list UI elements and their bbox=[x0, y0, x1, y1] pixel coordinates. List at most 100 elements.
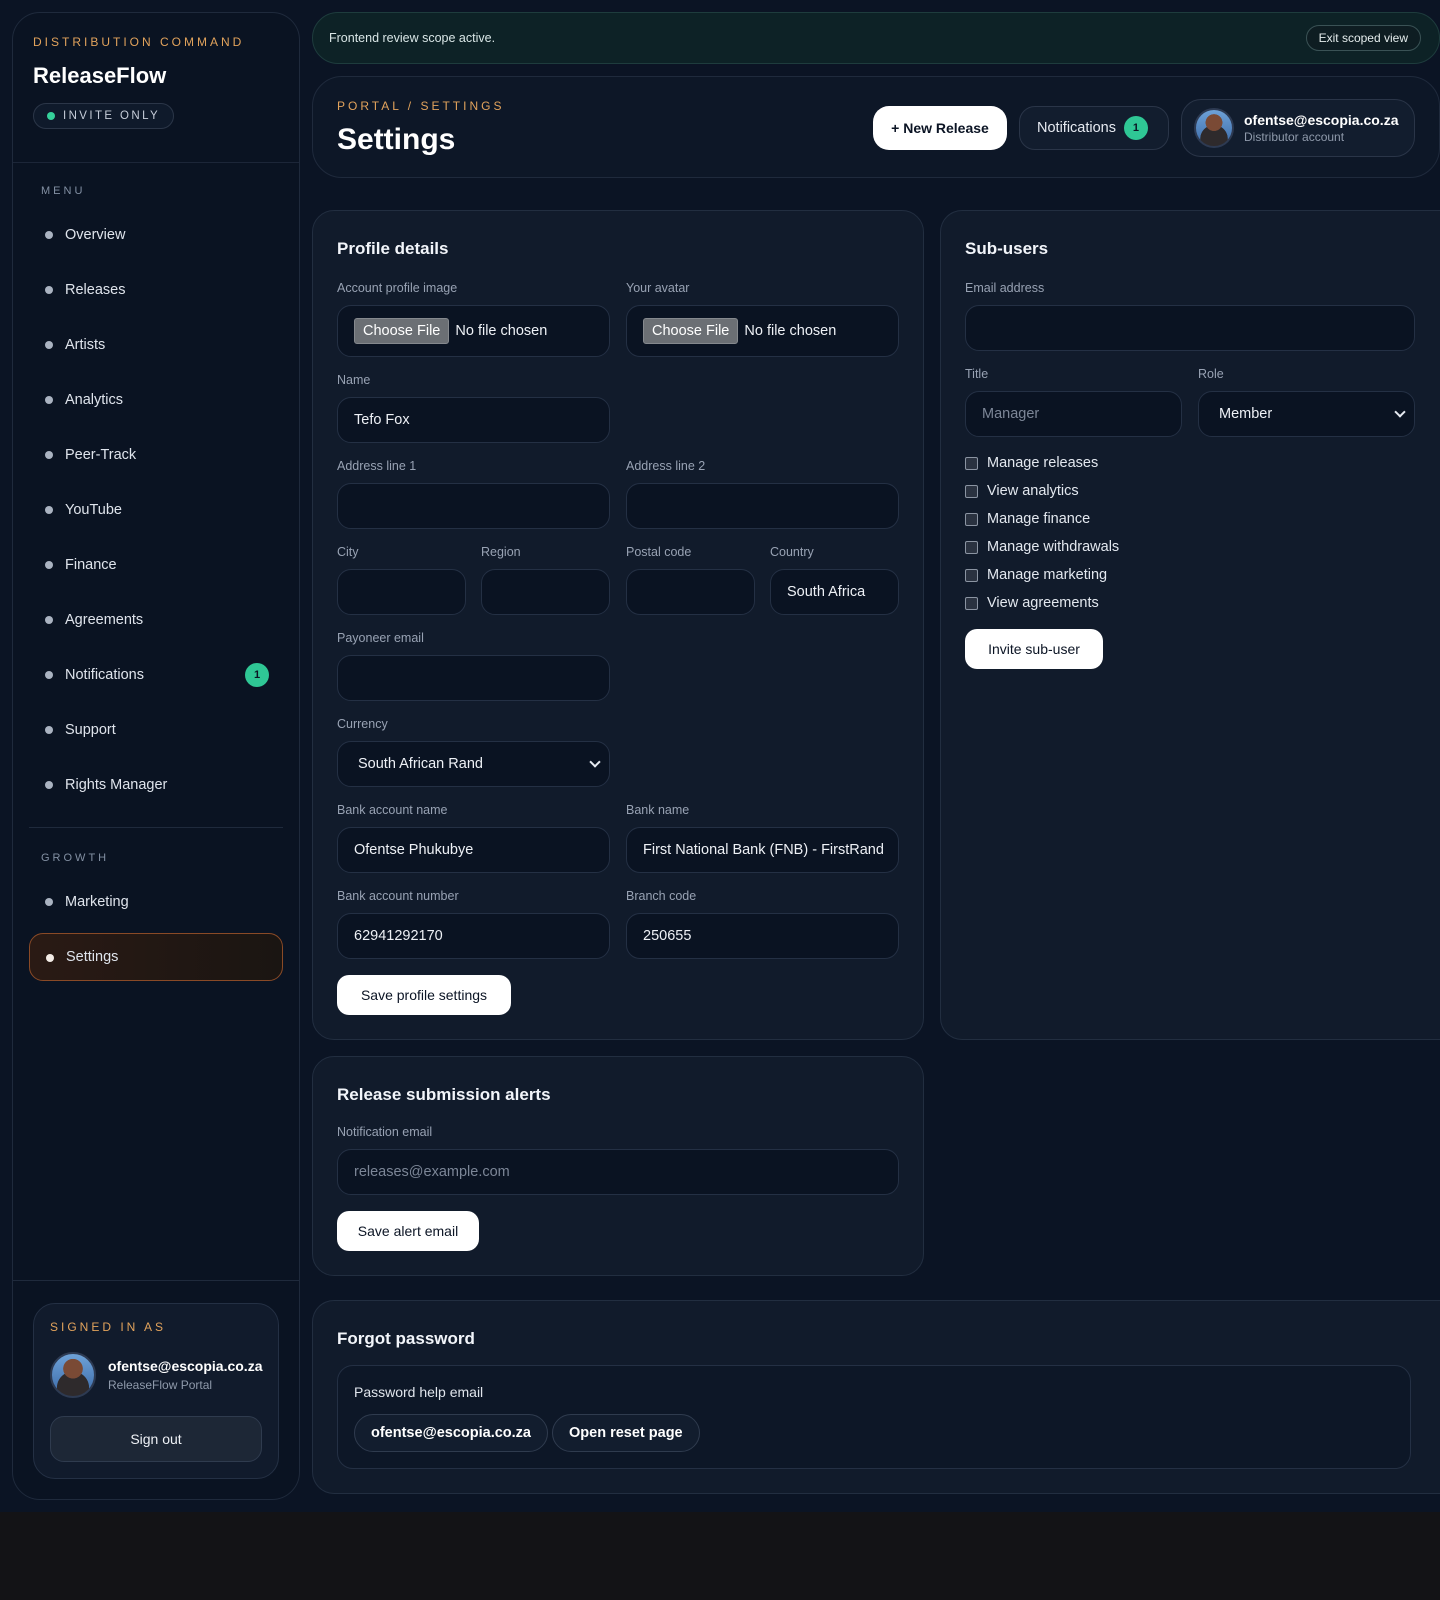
account-image-file-input[interactable]: Choose File No file chosen bbox=[337, 305, 610, 357]
sidebar-item-agreements[interactable]: Agreements bbox=[29, 596, 283, 644]
forgot-password-title: Forgot password bbox=[337, 1329, 475, 1348]
bank-account-number-field[interactable]: 62941292170 bbox=[337, 913, 610, 959]
invite-sub-user-button[interactable]: Invite sub-user bbox=[965, 629, 1103, 669]
name-field[interactable]: Tefo Fox bbox=[337, 397, 610, 443]
payoneer-email-field[interactable] bbox=[337, 655, 610, 701]
choose-file-button[interactable]: Choose File bbox=[643, 318, 739, 344]
sidebar-item-label: Notifications bbox=[65, 667, 144, 683]
address-line-2-field[interactable] bbox=[626, 483, 899, 529]
user-email: ofentse@escopia.co.za bbox=[1244, 112, 1399, 128]
sidebar-item-label: YouTube bbox=[65, 502, 122, 518]
new-release-button[interactable]: + New Release bbox=[873, 106, 1007, 150]
sidebar-item-releases[interactable]: Releases bbox=[29, 266, 283, 314]
profile-details-title: Profile details bbox=[337, 239, 449, 258]
exit-scoped-view-button[interactable]: Exit scoped view bbox=[1305, 25, 1421, 51]
permission-label: Manage releases bbox=[987, 455, 1099, 471]
sidebar-item-label: Peer-Track bbox=[65, 447, 137, 463]
address-line-2-label: Address line 2 bbox=[626, 459, 706, 473]
invite-only-label: INVITE ONLY bbox=[63, 110, 161, 122]
branch-code-field[interactable]: 250655 bbox=[626, 913, 899, 959]
checkbox[interactable] bbox=[965, 456, 978, 470]
password-help-email-link[interactable]: ofentse@escopia.co.za bbox=[354, 1414, 548, 1452]
country-label: Country bbox=[770, 545, 814, 559]
permission-manage-releases[interactable]: Manage releases bbox=[965, 455, 1098, 471]
sidebar-item-rights-manager[interactable]: Rights Manager bbox=[29, 761, 283, 809]
role-selected-value: Member bbox=[1219, 406, 1273, 422]
bullet-icon bbox=[45, 561, 53, 569]
notification-email-field[interactable]: releases@example.com bbox=[337, 1149, 899, 1195]
currency-select[interactable]: South African Rand bbox=[337, 741, 610, 787]
notifications-count-badge: 1 bbox=[1123, 116, 1148, 140]
chevron-down-icon bbox=[589, 756, 601, 768]
sub-user-title-label: Title bbox=[965, 367, 989, 381]
sidebar-item-analytics[interactable]: Analytics bbox=[29, 376, 283, 424]
bullet-icon bbox=[46, 954, 54, 962]
bullet-icon bbox=[45, 341, 53, 349]
sidebar-item-notifications[interactable]: Notifications 1 bbox=[29, 651, 283, 699]
permission-view-analytics[interactable]: View analytics bbox=[965, 483, 1079, 499]
forgot-password-panel: Forgot password Password help email ofen… bbox=[312, 1300, 1440, 1494]
breadcrumb: PORTAL / SETTINGS bbox=[337, 99, 505, 113]
postal-code-label: Postal code bbox=[626, 545, 692, 559]
sidebar-item-settings[interactable]: Settings bbox=[29, 933, 283, 981]
sub-users-title: Sub-users bbox=[965, 239, 1049, 258]
save-profile-settings-button[interactable]: Save profile settings bbox=[337, 975, 511, 1015]
avatar-label: Your avatar bbox=[626, 281, 690, 295]
permission-manage-marketing[interactable]: Manage marketing bbox=[965, 567, 1107, 583]
sidebar-item-artists[interactable]: Artists bbox=[29, 321, 283, 369]
bank-account-number-label: Bank account number bbox=[337, 889, 459, 903]
sign-out-button[interactable]: Sign out bbox=[50, 1416, 262, 1462]
checkbox[interactable] bbox=[965, 540, 978, 554]
permission-label: Manage withdrawals bbox=[987, 539, 1120, 555]
save-alert-email-button[interactable]: Save alert email bbox=[337, 1211, 479, 1251]
signed-in-subtitle: ReleaseFlow Portal bbox=[108, 1378, 213, 1392]
sidebar-item-label: Settings bbox=[66, 949, 119, 965]
app-root: DISTRIBUTION COMMAND ReleaseFlow INVITE … bbox=[0, 0, 1440, 1512]
sidebar-item-label: Releases bbox=[65, 282, 126, 298]
sidebar-item-marketing[interactable]: Marketing bbox=[29, 878, 283, 926]
bank-account-name-label: Bank account name bbox=[337, 803, 448, 817]
currency-selected-value: South African Rand bbox=[358, 756, 483, 772]
bullet-icon bbox=[45, 396, 53, 404]
profile-details-panel: Profile details Account profile image Ch… bbox=[312, 210, 924, 1040]
user-account-chip[interactable]: ofentse@escopia.co.za Distributor accoun… bbox=[1181, 99, 1415, 157]
sub-user-email-field[interactable] bbox=[965, 305, 1415, 351]
choose-file-button[interactable]: Choose File bbox=[354, 318, 450, 344]
sidebar-item-youtube[interactable]: YouTube bbox=[29, 486, 283, 534]
notifications-button[interactable]: Notifications 1 bbox=[1019, 106, 1169, 150]
country-field[interactable]: South Africa bbox=[770, 569, 899, 615]
password-help-label: Password help email bbox=[354, 1384, 484, 1400]
sub-user-title-field[interactable]: Manager bbox=[965, 391, 1182, 437]
sidebar-item-finance[interactable]: Finance bbox=[29, 541, 283, 589]
checkbox[interactable] bbox=[965, 484, 978, 498]
permission-manage-finance[interactable]: Manage finance bbox=[965, 511, 1090, 527]
city-label: City bbox=[337, 545, 359, 559]
account-image-label: Account profile image bbox=[337, 281, 458, 295]
city-field[interactable] bbox=[337, 569, 466, 615]
brand-title: ReleaseFlow bbox=[33, 63, 167, 88]
checkbox[interactable] bbox=[965, 568, 978, 582]
sidebar-item-support[interactable]: Support bbox=[29, 706, 283, 754]
signed-in-email: ofentse@escopia.co.za bbox=[108, 1358, 263, 1374]
scope-banner: Frontend review scope active. Exit scope… bbox=[312, 12, 1440, 64]
checkbox[interactable] bbox=[965, 596, 978, 610]
avatar-file-input[interactable]: Choose File No file chosen bbox=[626, 305, 899, 357]
currency-label: Currency bbox=[337, 717, 388, 731]
region-field[interactable] bbox=[481, 569, 610, 615]
avatar bbox=[1194, 108, 1234, 148]
postal-code-field[interactable] bbox=[626, 569, 755, 615]
sub-user-role-select[interactable]: Member bbox=[1198, 391, 1415, 437]
open-reset-page-button[interactable]: Open reset page bbox=[552, 1414, 700, 1452]
permission-view-agreements[interactable]: View agreements bbox=[965, 595, 1099, 611]
sidebar-item-overview[interactable]: Overview bbox=[29, 211, 283, 259]
bullet-icon bbox=[45, 451, 53, 459]
bank-name-field[interactable]: First National Bank (FNB) - FirstRand bbox=[626, 827, 899, 873]
bank-account-name-field[interactable]: Ofentse Phukubye bbox=[337, 827, 610, 873]
address-line-1-field[interactable] bbox=[337, 483, 610, 529]
permission-manage-withdrawals[interactable]: Manage withdrawals bbox=[965, 539, 1119, 555]
sidebar-item-peer-track[interactable]: Peer-Track bbox=[29, 431, 283, 479]
checkbox[interactable] bbox=[965, 512, 978, 526]
main-nav: Overview Releases Artists Analytics Peer… bbox=[13, 211, 299, 809]
sidebar-item-label: Agreements bbox=[65, 612, 144, 628]
permission-label: View analytics bbox=[987, 483, 1079, 499]
